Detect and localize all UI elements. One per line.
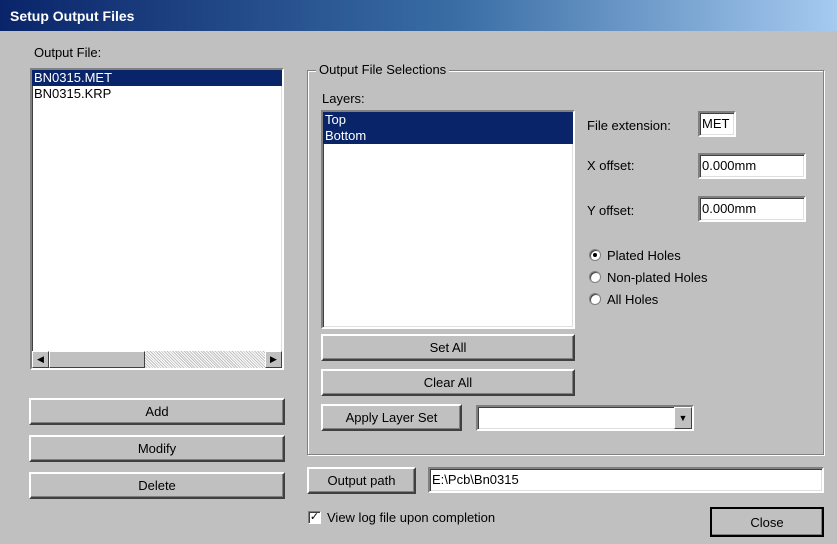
scroll-right-icon[interactable]: ▶ [265, 351, 282, 368]
output-path-input[interactable]: E:\Pcb\Bn0315 [428, 467, 824, 493]
file-extension-value: MET [702, 116, 730, 131]
window-title: Setup Output Files [10, 8, 135, 24]
output-file-item-met[interactable]: BN0315.MET [32, 70, 282, 86]
scroll-left-icon[interactable]: ◀ [32, 351, 49, 368]
all-holes-radio[interactable] [589, 293, 601, 305]
y-offset-value: 0.000mm [702, 201, 757, 216]
view-log-label: View log file upon completion [327, 510, 496, 525]
close-button-label: Close [750, 514, 784, 530]
x-offset-input[interactable]: 0.000mm [698, 153, 806, 179]
y-offset-label: Y offset: [587, 203, 635, 218]
modify-button-label: Modify [137, 441, 177, 456]
view-log-checkbox[interactable]: ✓ [308, 511, 321, 524]
output-file-label: Output File: [34, 45, 102, 60]
x-offset-value: 0.000mm [702, 158, 757, 173]
layer-set-value [478, 407, 674, 429]
layers-label: Layers: [322, 91, 365, 106]
setup-output-files-dialog: Setup Output Files Output File: BN0315.M… [0, 0, 837, 544]
non-plated-holes-radio[interactable] [589, 271, 601, 283]
output-path-value: E:\Pcb\Bn0315 [432, 472, 519, 487]
output-path-button[interactable]: Output path [307, 467, 416, 494]
layer-item-top[interactable]: Top [323, 112, 573, 128]
apply-layer-set-button[interactable]: Apply Layer Set [321, 404, 462, 431]
add-button[interactable]: Add [29, 398, 285, 425]
add-button-label: Add [145, 404, 169, 419]
plated-holes-radio[interactable] [589, 249, 601, 261]
layers-list[interactable]: Top Bottom [321, 110, 575, 329]
delete-button-label: Delete [138, 478, 176, 493]
delete-button[interactable]: Delete [29, 472, 285, 499]
layer-item-bottom[interactable]: Bottom [323, 128, 573, 144]
modify-button[interactable]: Modify [29, 435, 285, 462]
close-button[interactable]: Close [710, 507, 824, 537]
scroll-track[interactable] [145, 351, 265, 368]
set-all-button[interactable]: Set All [321, 334, 575, 361]
output-file-hscrollbar[interactable]: ◀ ▶ [32, 351, 282, 368]
apply-layer-set-button-label: Apply Layer Set [345, 410, 438, 425]
dropdown-arrow-icon[interactable]: ▼ [674, 407, 692, 429]
plated-holes-option[interactable]: Plated Holes [589, 244, 707, 266]
all-holes-option[interactable]: All Holes [589, 288, 707, 310]
non-plated-holes-option[interactable]: Non-plated Holes [589, 266, 707, 288]
output-file-item-krp[interactable]: BN0315.KRP [32, 86, 282, 102]
layer-set-dropdown[interactable]: ▼ [476, 405, 694, 431]
y-offset-input[interactable]: 0.000mm [698, 196, 806, 222]
scroll-thumb[interactable] [49, 351, 145, 368]
x-offset-label: X offset: [587, 158, 635, 173]
clear-all-button-label: Clear All [423, 375, 473, 390]
clear-all-button[interactable]: Clear All [321, 369, 575, 396]
set-all-button-label: Set All [429, 340, 467, 355]
view-log-option[interactable]: ✓ View log file upon completion [308, 510, 495, 525]
holes-radio-group: Plated Holes Non-plated Holes All Holes [589, 244, 707, 310]
file-extension-input[interactable]: MET [698, 111, 736, 137]
title-bar: Setup Output Files [0, 0, 837, 31]
non-plated-holes-label: Non-plated Holes [607, 269, 708, 285]
output-file-list[interactable]: BN0315.MET BN0315.KRP ◀ ▶ [30, 68, 284, 370]
all-holes-label: All Holes [607, 291, 659, 307]
output-file-selections-title: Output File Selections [316, 62, 450, 77]
output-path-button-label: Output path [327, 473, 396, 488]
plated-holes-label: Plated Holes [607, 247, 681, 263]
file-extension-label: File extension: [587, 118, 671, 133]
